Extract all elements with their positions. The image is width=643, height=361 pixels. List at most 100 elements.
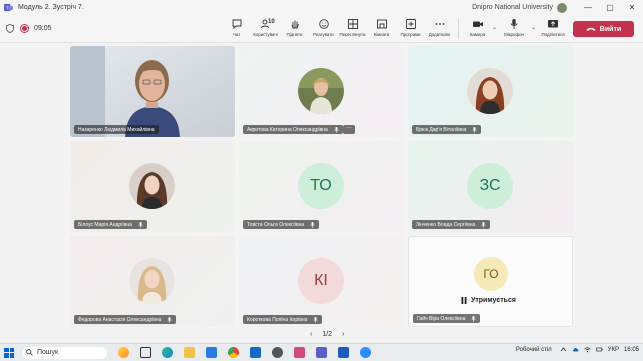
edge-icon[interactable] [162, 347, 173, 358]
camera-button[interactable]: Камера [463, 18, 492, 37]
settings-icon[interactable] [272, 347, 283, 358]
next-page-button[interactable]: › [342, 331, 344, 338]
participant-tile[interactable]: ТО Товста Ольга Олексіївна [239, 141, 404, 232]
recording-icon [20, 24, 29, 33]
mic-off-icon [313, 316, 319, 323]
microphone-icon [510, 18, 518, 29]
participant-name: Зінченко Влада Сергіївна [412, 220, 491, 229]
participant-name: Брюк Дар'я Віталіївна [412, 125, 482, 134]
minimize-button[interactable]: — [577, 3, 599, 12]
participant-tile[interactable]: ГО Утримується Гайч Віра Олексіївна [408, 236, 573, 327]
leave-button[interactable]: Вийти [573, 21, 634, 37]
chevron-up-icon[interactable] [560, 346, 567, 353]
mic-off-icon [481, 221, 486, 228]
participant-tile[interactable]: Федорова Анастасія Олександрівна [70, 236, 235, 327]
toolbar-divider [458, 18, 459, 39]
participant-more-options-button[interactable]: ··· [343, 125, 355, 134]
share-button[interactable]: Поділитися [536, 18, 570, 37]
people-button[interactable]: 10 Користувачі [251, 18, 280, 37]
participant-initials-avatar: ЗС [467, 163, 513, 209]
gallery-pager: ‹ 1/2 › [305, 331, 349, 338]
wifi-icon[interactable] [583, 346, 591, 353]
mic-off-icon [167, 316, 173, 323]
chrome-icon[interactable] [228, 347, 239, 358]
react-icon [318, 18, 329, 29]
mic-off-icon [334, 126, 339, 133]
raise-hand-icon [291, 20, 299, 28]
participant-photo [467, 68, 513, 114]
windows-start-icon[interactable] [4, 347, 14, 358]
teams-icon: T [4, 3, 13, 12]
task-view-icon[interactable] [140, 347, 151, 358]
participant-initials-avatar: ТО [298, 163, 344, 209]
participant-name: Акритова Катерина Олександрівна [243, 125, 343, 134]
rooms-icon [376, 19, 387, 28]
participant-tile[interactable]: КІ Короткова Поліна Ігорівна [239, 236, 404, 327]
language-indicator[interactable]: УКР [608, 347, 619, 353]
chat-icon [232, 19, 241, 29]
desktop-label[interactable]: Робочий стіл [516, 347, 552, 353]
participant-name: Гайч Віра Олексіївна [413, 314, 481, 323]
apps-icon [405, 18, 416, 29]
microphone-button[interactable]: Мікрофон [497, 18, 531, 37]
svg-text:T: T [6, 5, 9, 10]
taskbar-clock[interactable]: 16:05 [624, 347, 639, 353]
explorer-icon[interactable] [184, 347, 195, 358]
photos-icon[interactable] [294, 347, 305, 358]
participant-photo [129, 258, 175, 304]
system-tray: Робочий стіл УКР 16:05 [516, 346, 639, 353]
search-icon [26, 349, 33, 356]
word-icon[interactable] [338, 347, 349, 358]
react-button[interactable]: Реагувати [309, 18, 338, 37]
chat-button[interactable]: Чат [222, 18, 251, 37]
more-icon [435, 22, 444, 25]
more-button[interactable]: Додатково [425, 18, 454, 37]
battery-icon[interactable] [595, 346, 603, 353]
participant-initials-avatar: КІ [298, 258, 344, 304]
meeting-toolbar: 09:05 Чат 10 Користувачі Підняти Реагува… [0, 15, 643, 43]
window-title: Модуль 2. Зустріч 7. [18, 4, 84, 11]
cloud-icon[interactable] [572, 346, 579, 353]
raise-hand-button[interactable]: Підняти [280, 18, 309, 37]
apps-button[interactable]: Програми [396, 18, 425, 37]
participant-tile[interactable]: Назаренко Людмила Михайлівна [70, 46, 235, 137]
participant-count: 10 [268, 18, 275, 25]
participant-tile[interactable]: Акритова Катерина Олександрівна ··· [239, 46, 404, 137]
user-avatar[interactable] [557, 2, 567, 13]
on-hold-status: Утримується [461, 297, 516, 304]
rooms-button[interactable]: Кімнати [367, 18, 396, 37]
participant-tile[interactable]: Брюк Дар'я Віталіївна [408, 46, 573, 137]
mail-icon[interactable] [250, 347, 261, 358]
store-icon[interactable] [206, 347, 217, 358]
mic-off-icon [471, 315, 477, 322]
view-icon [347, 18, 358, 29]
zoom-icon[interactable] [360, 347, 371, 358]
participant-tile[interactable]: Білоус Марія Андріївна [70, 141, 235, 232]
shield-icon[interactable] [6, 24, 14, 33]
meeting-timer: 09:05 [34, 25, 52, 32]
page-indicator: 1/2 [322, 331, 333, 338]
participant-photo [129, 163, 175, 209]
phone-hangup-icon [586, 27, 596, 31]
taskbar-search[interactable]: Пошук [22, 346, 107, 359]
participant-video [70, 46, 235, 137]
widgets-icon[interactable] [118, 347, 129, 358]
participant-name: Товста Ольга Олексіївна [243, 220, 320, 229]
share-icon [548, 19, 559, 27]
participant-initials-avatar: ГО [474, 257, 508, 291]
mic-off-icon [138, 221, 143, 228]
organization-name: Dnipro National University [472, 4, 553, 11]
view-button[interactable]: Переглянути [338, 18, 367, 37]
maximize-button[interactable]: ▢ [599, 3, 621, 12]
participant-photo [298, 68, 344, 114]
participant-name: Федорова Анастасія Олександрівна [74, 315, 177, 324]
participant-name: Білоус Марія Андріївна [74, 220, 147, 229]
title-bar: T Модуль 2. Зустріч 7. Dnipro National U… [0, 0, 643, 15]
camera-icon [472, 21, 483, 27]
participant-name: Назаренко Людмила Михайлівна [74, 125, 159, 134]
previous-page-button[interactable]: ‹ [310, 331, 312, 338]
pause-icon [461, 297, 467, 304]
teams-taskbar-icon[interactable] [316, 347, 327, 358]
participant-tile[interactable]: ЗС Зінченко Влада Сергіївна [408, 141, 573, 232]
close-button[interactable]: ✕ [621, 3, 643, 12]
